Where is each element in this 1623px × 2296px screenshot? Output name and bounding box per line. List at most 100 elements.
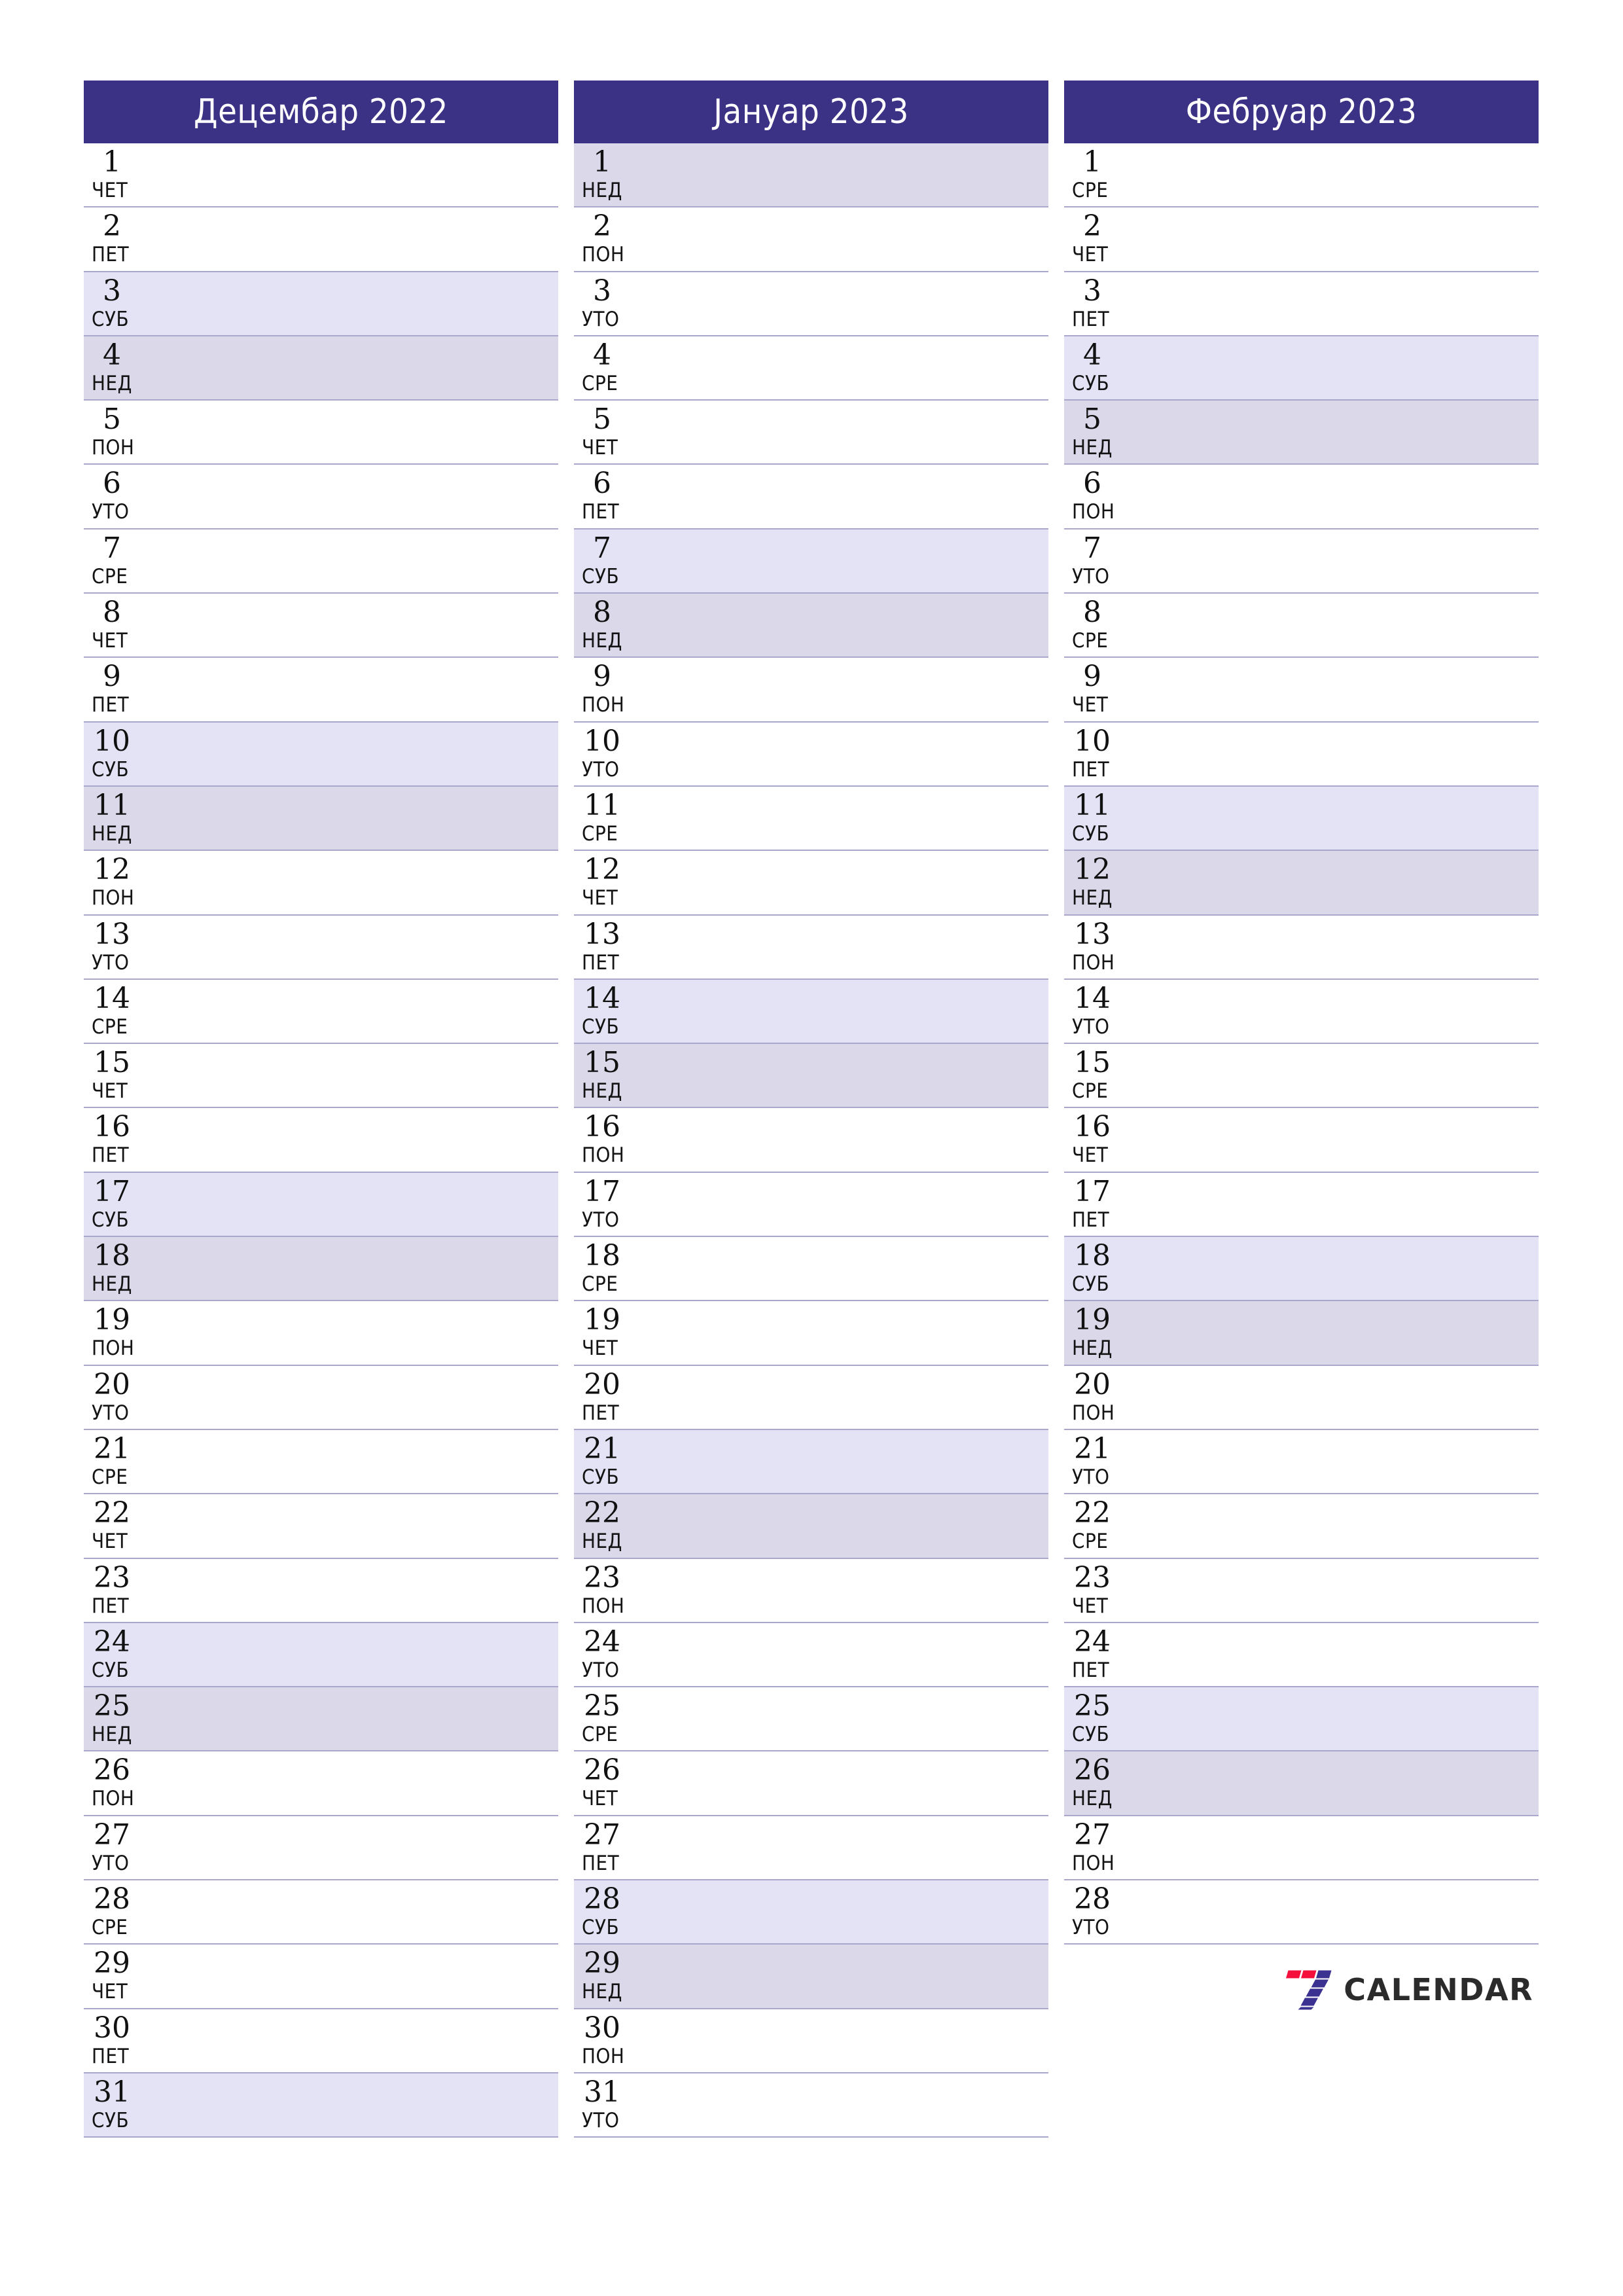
day-row[interactable]: 25 СРЕ [574,1687,1048,1752]
day-row[interactable]: 5 НЕД [1064,401,1539,465]
day-row[interactable]: 22 СРЕ [1064,1494,1539,1559]
day-row[interactable]: 12 НЕД [1064,851,1539,916]
day-row[interactable]: 4 СУБ [1064,336,1539,401]
day-row[interactable]: 15 СРЕ [1064,1044,1539,1109]
day-row[interactable]: 25 СУБ [1064,1687,1539,1752]
day-row[interactable]: 14 СРЕ [84,979,558,1045]
day-row[interactable]: 26 ПОН [84,1751,558,1816]
day-row[interactable]: 9 ПЕТ [84,658,558,723]
day-row[interactable]: 6 ПЕТ [574,465,1048,529]
day-row[interactable]: 20 ПЕТ [574,1365,1048,1430]
day-row[interactable]: 19 НЕД [1064,1301,1539,1366]
day-row[interactable]: 13 УТО [84,915,558,980]
day-weekday: ЧЕТ [1072,243,1109,267]
day-row[interactable]: 31 УТО [574,2073,1048,2138]
day-row[interactable]: 11 СУБ [1064,786,1539,852]
day-row[interactable]: 7 СУБ [574,529,1048,594]
day-row[interactable]: 6 УТО [84,465,558,529]
day-row[interactable]: 5 ПОН [84,401,558,465]
day-row[interactable]: 21 СРЕ [84,1429,558,1495]
day-row[interactable]: 21 СУБ [574,1429,1048,1495]
day-row[interactable]: 10 ПЕТ [1064,722,1539,787]
day-row[interactable]: 17 УТО [574,1172,1048,1238]
day-row[interactable]: 4 СРЕ [574,336,1048,401]
day-row[interactable]: 26 НЕД [1064,1751,1539,1816]
day-row[interactable]: 9 ЧЕТ [1064,658,1539,723]
day-row[interactable]: 18 НЕД [84,1237,558,1302]
day-row[interactable]: 22 НЕД [574,1494,1048,1559]
day-row[interactable]: 28 СРЕ [84,1880,558,1945]
day-row[interactable]: 19 ПОН [84,1301,558,1366]
day-row[interactable]: 18 СРЕ [574,1237,1048,1302]
day-row[interactable]: 30 ПОН [574,2009,1048,2073]
day-weekday: УТО [582,2108,620,2132]
day-row[interactable]: 20 ПОН [1064,1365,1539,1430]
day-row[interactable]: 20 УТО [84,1365,558,1430]
day-row[interactable]: 8 НЕД [574,594,1048,658]
day-number: 17 [1074,1174,1111,1208]
day-row[interactable]: 6 ПОН [1064,465,1539,529]
day-row[interactable]: 15 НЕД [574,1044,1048,1109]
day-row[interactable]: 31 СУБ [84,2073,558,2138]
day-row[interactable]: 10 СУБ [84,722,558,787]
day-row[interactable]: 2 ПОН [574,207,1048,272]
day-row[interactable]: 23 ПОН [574,1558,1048,1623]
day-row[interactable]: 12 ЧЕТ [574,851,1048,916]
day-row[interactable]: 25 НЕД [84,1687,558,1752]
day-row[interactable]: 7 СРЕ [84,529,558,594]
day-weekday: УТО [1072,1014,1110,1039]
day-row[interactable]: 2 ЧЕТ [1064,207,1539,272]
day-row[interactable]: 17 ПЕТ [1064,1172,1539,1238]
day-row[interactable]: 22 ЧЕТ [84,1494,558,1559]
day-row[interactable]: 18 СУБ [1064,1237,1539,1302]
day-row[interactable]: 11 НЕД [84,786,558,852]
day-row[interactable]: 12 ПОН [84,851,558,916]
day-row[interactable]: 24 СУБ [84,1623,558,1688]
day-row[interactable]: 8 СРЕ [1064,594,1539,658]
day-row[interactable]: 14 СУБ [574,979,1048,1045]
day-row[interactable]: 27 ПЕТ [574,1816,1048,1881]
day-row[interactable]: 3 УТО [574,272,1048,336]
day-row[interactable]: 13 ПОН [1064,915,1539,980]
day-row[interactable]: 28 СУБ [574,1880,1048,1945]
day-number: 14 [94,981,130,1015]
day-number: 25 [1074,1689,1111,1723]
day-row[interactable]: 17 СУБ [84,1172,558,1238]
day-row[interactable]: 8 ЧЕТ [84,594,558,658]
day-row[interactable]: 1 СРЕ [1064,143,1539,208]
day-weekday: ПОН [92,886,135,910]
day-row[interactable]: 15 ЧЕТ [84,1044,558,1109]
day-number: 21 [584,1431,620,1465]
day-row[interactable]: 9 ПОН [574,658,1048,723]
day-row[interactable]: 21 УТО [1064,1429,1539,1495]
day-row[interactable]: 24 ПЕТ [1064,1623,1539,1688]
day-row[interactable]: 27 ПОН [1064,1816,1539,1881]
day-weekday: ПЕТ [1072,1208,1110,1232]
day-row[interactable]: 19 ЧЕТ [574,1301,1048,1366]
day-row[interactable]: 11 СРЕ [574,786,1048,852]
day-row[interactable]: 29 ЧЕТ [84,1945,558,2009]
day-row[interactable]: 1 НЕД [574,143,1048,208]
day-row[interactable]: 29 НЕД [574,1945,1048,2009]
day-row[interactable]: 16 ЧЕТ [1064,1108,1539,1173]
day-row[interactable]: 24 УТО [574,1623,1048,1688]
day-row[interactable]: 23 ПЕТ [84,1558,558,1623]
day-row[interactable]: 13 ПЕТ [574,915,1048,980]
day-row[interactable]: 7 УТО [1064,529,1539,594]
day-row[interactable]: 5 ЧЕТ [574,401,1048,465]
day-row[interactable]: 1 ЧЕТ [84,143,558,208]
day-row[interactable]: 3 СУБ [84,272,558,336]
day-row[interactable]: 26 ЧЕТ [574,1751,1048,1816]
day-row[interactable]: 14 УТО [1064,979,1539,1045]
day-row[interactable]: 2 ПЕТ [84,207,558,272]
day-row[interactable]: 10 УТО [574,722,1048,787]
day-row[interactable]: 4 НЕД [84,336,558,401]
day-row[interactable]: 16 ПОН [574,1108,1048,1173]
day-row[interactable]: 16 ПЕТ [84,1108,558,1173]
day-row[interactable]: 23 ЧЕТ [1064,1558,1539,1623]
day-row[interactable]: 30 ПЕТ [84,2009,558,2073]
day-row[interactable]: 3 ПЕТ [1064,272,1539,336]
day-row[interactable]: 27 УТО [84,1816,558,1881]
day-weekday: НЕД [92,371,132,395]
day-row[interactable]: 28 УТО [1064,1880,1539,1945]
